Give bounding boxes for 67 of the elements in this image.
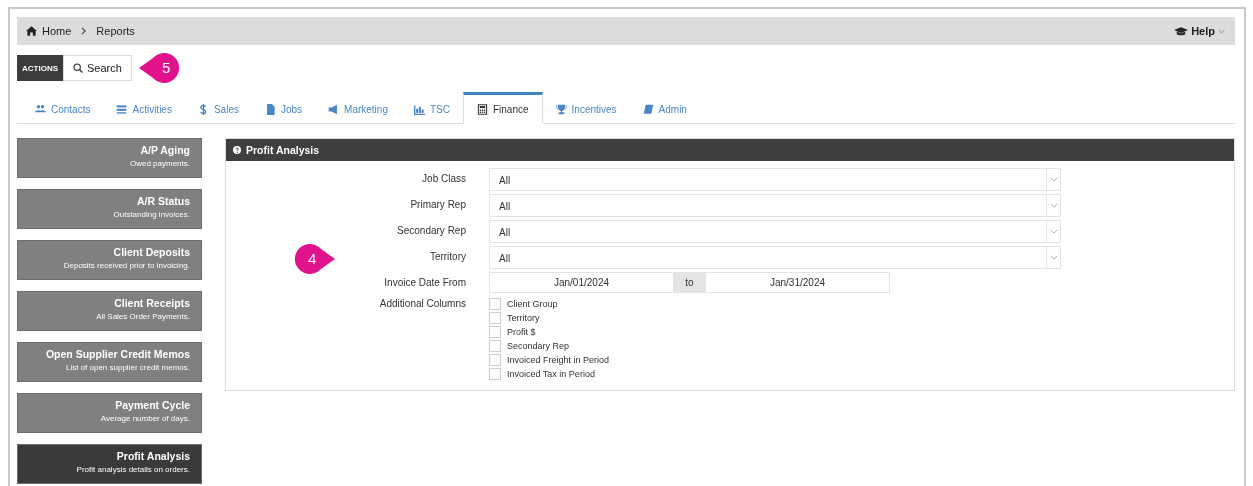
nav-tab[interactable]: TSC <box>400 92 463 124</box>
field-label: Job Class <box>422 172 466 186</box>
checkbox[interactable] <box>489 368 501 380</box>
report-menu-item[interactable]: Profit Analysis Profit analysis details on orders. <box>17 444 202 484</box>
dropdown-field[interactable]: All <box>489 194 1061 217</box>
field-label: Primary Rep <box>410 198 466 212</box>
dollar-icon <box>197 104 209 115</box>
caret-icon <box>1049 203 1058 208</box>
checkbox-label: Secondary Rep <box>507 341 570 351</box>
actions-label: ACTIONS <box>17 55 63 81</box>
nav-tab[interactable]: Finance <box>462 92 543 124</box>
checkbox-label: Invoiced Tax in Period <box>507 369 595 379</box>
report-menu-item[interactable]: Client Receipts All Sales Order Payments. <box>17 291 202 331</box>
caret-icon <box>1049 177 1058 182</box>
bar-chart-icon <box>413 104 425 115</box>
chevron-icon <box>81 27 87 35</box>
dropdown-field[interactable]: All <box>489 220 1061 243</box>
checkbox[interactable] <box>489 312 501 324</box>
report-menu-item[interactable]: Open Supplier Credit Memos List of open supplier credit memos. <box>17 342 202 382</box>
checkbox-label: Client Group <box>507 299 558 309</box>
field-label: Additional Columns <box>379 297 466 311</box>
checkbox-label: Invoiced Freight in Period <box>507 355 610 365</box>
nav-tab[interactable]: Marketing <box>315 92 401 124</box>
search-icon <box>73 63 83 73</box>
nav-tab[interactable]: Contacts <box>22 92 104 124</box>
dropdown-field[interactable]: All <box>489 246 1061 269</box>
nav-tab[interactable]: Activities <box>103 92 185 124</box>
nav-tab[interactable]: Incentives <box>542 92 630 124</box>
nav-tab[interactable]: Sales <box>184 92 252 124</box>
dropdown-field[interactable]: All <box>489 168 1061 191</box>
caret-icon <box>1049 229 1058 234</box>
field-label: Territory <box>429 250 466 264</box>
checkbox[interactable] <box>489 354 501 366</box>
users-icon <box>35 104 46 115</box>
checkbox[interactable] <box>489 340 501 352</box>
panel-title: Profit Analysis <box>246 144 320 156</box>
date-field[interactable]: Jan/31/2024 <box>705 272 890 293</box>
field-label: Secondary Rep <box>397 224 466 238</box>
nav-tab[interactable]: Jobs <box>251 92 316 124</box>
help-icon <box>233 146 241 154</box>
breadcrumb-link[interactable]: Home <box>42 25 72 37</box>
file-icon <box>264 104 276 115</box>
megaphone-icon <box>328 104 340 115</box>
caret-icon <box>1049 255 1058 260</box>
callout-marker: 5 <box>139 53 181 83</box>
checkbox[interactable] <box>489 326 501 338</box>
checkbox-label: Territory <box>507 313 540 323</box>
checkbox[interactable] <box>489 298 501 310</box>
report-menu-item[interactable]: Client Deposits Deposits received prior to invoicing. <box>17 240 202 280</box>
breadcrumb-link[interactable]: Reports <box>96 25 135 37</box>
nav-tab[interactable]: Admin <box>629 92 700 124</box>
graduation-cap-icon <box>1174 26 1189 36</box>
report-menu-item[interactable]: A/P Aging Owed payments. <box>17 138 202 178</box>
date-field[interactable]: Jan/01/2024 <box>489 272 674 293</box>
help-menu[interactable]: Help <box>1174 25 1225 37</box>
search-button[interactable]: Search <box>63 55 132 81</box>
trophy-icon <box>555 104 567 115</box>
checkbox-label: Profit $ <box>507 327 536 337</box>
report-menu-item[interactable]: Payment Cycle Average number of days. <box>17 393 202 433</box>
calculator-icon <box>476 103 488 115</box>
field-label: Invoice Date From <box>384 276 466 290</box>
home-icon <box>26 26 37 36</box>
range-separator: to <box>685 277 694 288</box>
list-icon <box>116 104 128 115</box>
report-menu-item[interactable]: A/R Status Outstanding invoices. <box>17 189 202 229</box>
callout-marker: 4 <box>293 244 335 274</box>
caret-icon <box>1218 28 1225 34</box>
